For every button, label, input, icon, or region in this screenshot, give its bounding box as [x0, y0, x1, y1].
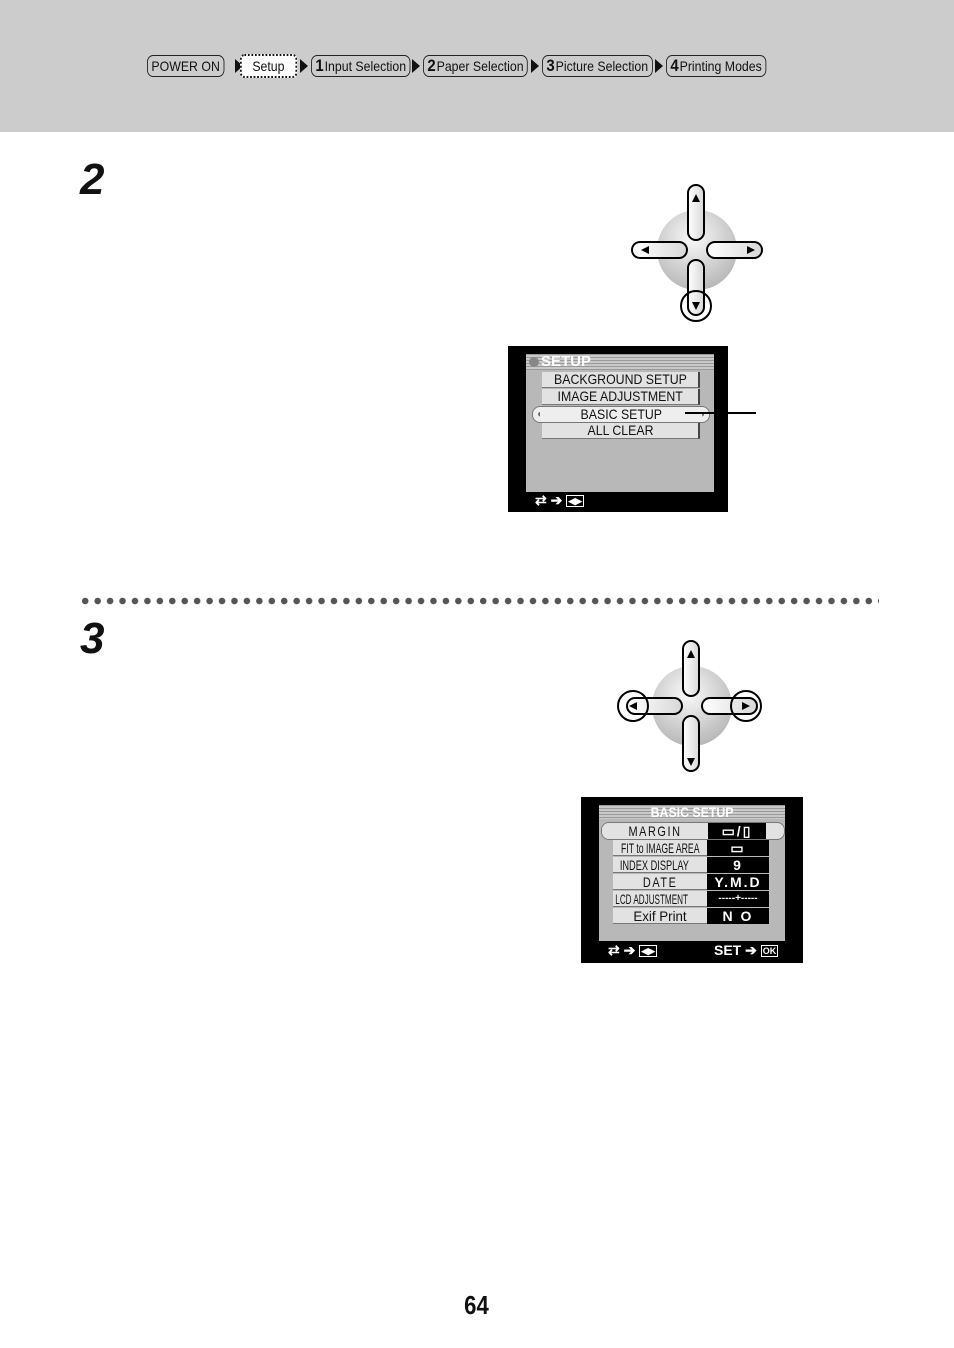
set-label: SET [714, 942, 742, 958]
setting-label: MARGIN [602, 823, 708, 839]
setting-label-text: MARGIN [628, 823, 682, 839]
setting-label: INDEX DISPLAY [613, 857, 707, 873]
setting-label: DATE [613, 874, 707, 890]
left-chevron-icon: ◖ [536, 409, 542, 420]
header-band: POWER ON Setup 1 Input Selection 2 Paper S… [0, 0, 954, 132]
lcd-screen: BASIC SETUP MARGIN ▭/▯ FIT to IMAGE AREA… [599, 805, 785, 941]
up-button[interactable] [687, 184, 705, 241]
crumb-label: Printing Modes [679, 58, 763, 74]
breadcrumb-picture-selection: 3 Picture Selection [541, 55, 653, 77]
lcd-title: BASIC SETUP [650, 804, 734, 820]
breadcrumb-input-selection: 1 Input Selection [311, 55, 411, 77]
setting-label: Exif Print [613, 908, 707, 924]
crumb-number: 1 [315, 56, 325, 75]
up-button[interactable] [682, 640, 700, 697]
lcd-screen: SETUP BACKGROUND SETUP IMAGE ADJUSTMENT … [526, 354, 714, 492]
setting-value: N O [707, 908, 771, 924]
breadcrumb-paper-selection: 2 Paper Selection [423, 55, 529, 77]
ok-key-icon: OK [760, 945, 779, 958]
menu-item-background-setup[interactable]: BACKGROUND SETUP [542, 372, 700, 388]
left-right-key-icon: ◀▶ [639, 945, 658, 958]
right-button[interactable] [701, 697, 758, 715]
setting-value: ▭/▯ [708, 823, 766, 839]
rotate-icon: ⇄ [608, 942, 620, 958]
setting-value: 9 [707, 857, 771, 873]
dotted-separator [79, 597, 879, 605]
dpad-step-3 [617, 640, 762, 772]
lcd-setup-menu: SETUP BACKGROUND SETUP IMAGE ADJUSTMENT … [508, 346, 728, 512]
setting-label-text: FIT to IMAGE AREA [621, 840, 700, 856]
down-button[interactable] [687, 259, 705, 316]
breadcrumb-arrow-icon [300, 59, 309, 73]
right-chevron-icon: ◗ [700, 409, 706, 420]
breadcrumb-setup-current: Setup [239, 54, 297, 78]
setting-label-text: LCD ADJUSTMENT [615, 891, 688, 907]
breadcrumb-power-on: POWER ON [147, 55, 225, 77]
left-button[interactable] [626, 697, 683, 715]
arrow-right-icon: ➔ [550, 492, 563, 508]
setting-row-margin[interactable]: MARGIN ▭/▯ [601, 822, 785, 840]
lcd-basic-setup: BASIC SETUP MARGIN ▭/▯ FIT to IMAGE AREA… [581, 797, 803, 963]
setting-label: FIT to IMAGE AREA [613, 840, 707, 856]
arrow-right-icon: ➔ [745, 942, 757, 958]
setting-label-text: DATE [642, 874, 678, 890]
breadcrumb-printing-modes: 4 Printing Modes [666, 55, 767, 77]
crumb-label: Input Selection [324, 58, 407, 74]
right-button[interactable] [706, 241, 763, 259]
setting-value: ▭ [707, 840, 771, 856]
rotate-icon: ⇄ [535, 492, 547, 508]
setting-label: LCD ADJUSTMENT [613, 891, 707, 907]
setting-row-exif-print[interactable]: Exif Print N O [613, 908, 771, 924]
setting-row-index-display[interactable]: INDEX DISPLAY 9 [613, 857, 771, 873]
setting-value: Y.M.D [707, 874, 771, 890]
arrow-right-icon: ➔ [623, 942, 636, 958]
setting-value: -----+----- [707, 891, 771, 907]
left-button[interactable] [631, 241, 688, 259]
crumb-number: 4 [670, 56, 680, 75]
setup-orb-icon [529, 357, 539, 367]
menu-item-label: BACKGROUND SETUP [553, 371, 687, 387]
left-right-key-icon: ◀▶ [566, 495, 585, 508]
menu-item-image-adjustment[interactable]: IMAGE ADJUSTMENT [542, 389, 700, 405]
setting-row-date[interactable]: DATE Y.M.D [613, 874, 771, 890]
menu-item-basic-setup[interactable]: ◖ BASIC SETUP ◗ [532, 406, 710, 423]
lcd-title-bar: BASIC SETUP [599, 805, 785, 819]
menu-item-label: IMAGE ADJUSTMENT [557, 388, 683, 404]
page-number: 64 [464, 1290, 489, 1320]
lcd-footer-hint-right: SET ➔ OK [714, 942, 779, 959]
dpad-step-2 [631, 184, 763, 322]
breadcrumb-arrow-icon [655, 59, 664, 73]
lcd-title-bar: SETUP [526, 354, 714, 370]
breadcrumb-arrow-icon [412, 59, 421, 73]
lcd-title: SETUP [541, 353, 592, 370]
setting-row-lcd-adjustment[interactable]: LCD ADJUSTMENT -----+----- [613, 891, 771, 907]
menu-item-label: ALL CLEAR [587, 422, 653, 438]
setting-label-text: INDEX DISPLAY [619, 857, 689, 873]
menu-item-all-clear[interactable]: ALL CLEAR [542, 423, 700, 439]
step-number-3: 3 [80, 614, 105, 663]
callout-line [685, 412, 756, 414]
menu-item-label: BASIC SETUP [580, 406, 662, 422]
crumb-label: Picture Selection [555, 58, 648, 74]
crumb-label: Setup [252, 58, 285, 74]
setting-label-text: Exif Print [633, 908, 687, 924]
setting-row-fit-to-image-area[interactable]: FIT to IMAGE AREA ▭ [613, 840, 771, 856]
crumb-number: 2 [427, 56, 437, 75]
down-button[interactable] [682, 715, 700, 772]
crumb-label: POWER ON [151, 58, 220, 74]
breadcrumb-arrow-icon [530, 59, 539, 73]
crumb-label: Paper Selection [437, 58, 525, 74]
lcd-footer-hint-left: ⇄ ➔ ◀▶ [608, 942, 658, 959]
lcd-footer-hint: ⇄ ➔ ◀▶ [535, 492, 585, 509]
step-number-2: 2 [80, 155, 105, 204]
breadcrumb: POWER ON Setup 1 Input Selection 2 Paper S… [147, 54, 780, 78]
crumb-number: 3 [546, 56, 555, 75]
